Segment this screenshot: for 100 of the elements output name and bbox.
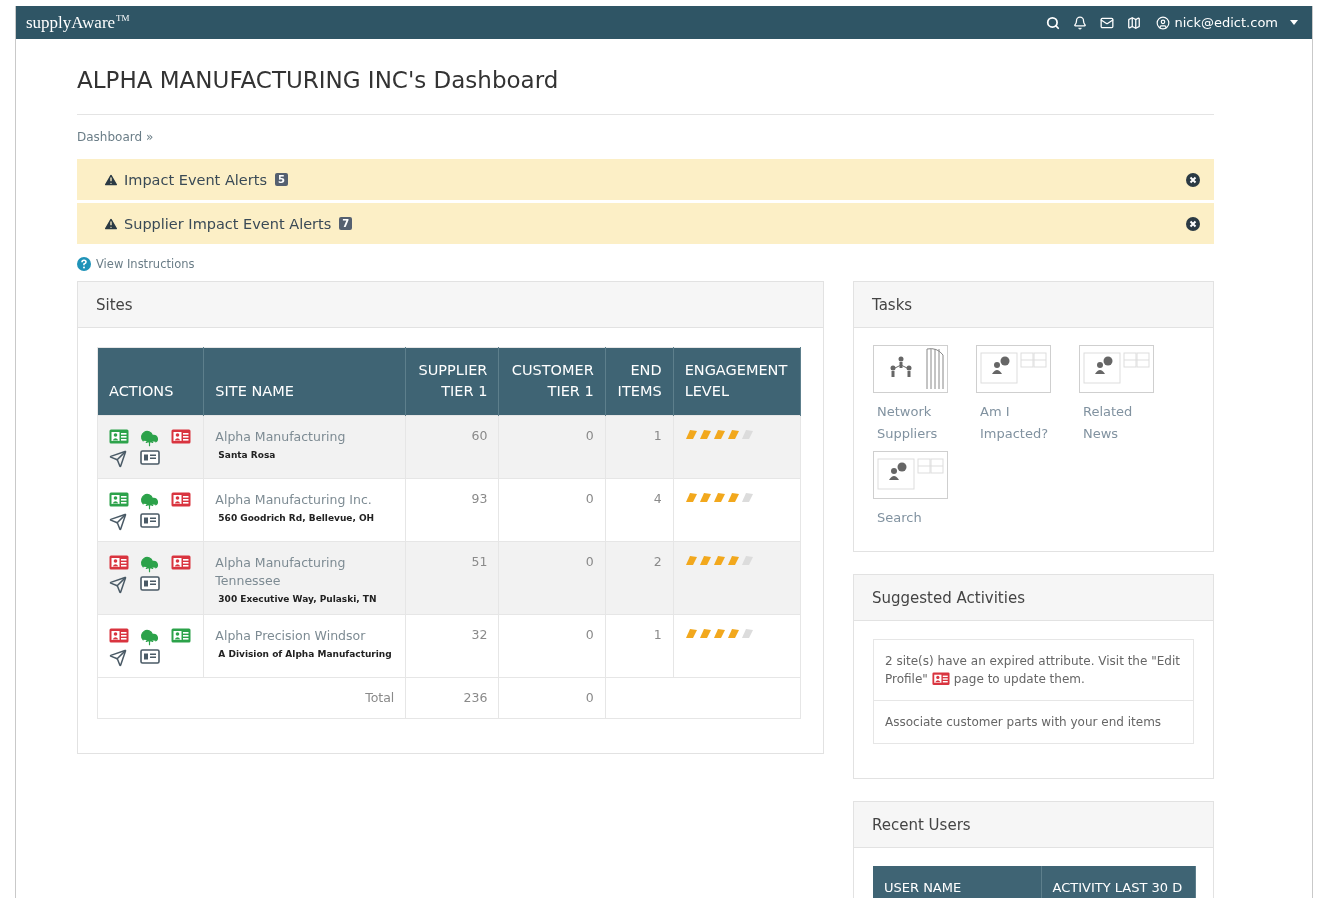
table-cell: 0 xyxy=(585,428,594,443)
bell-icon[interactable] xyxy=(1073,15,1088,30)
profile-card-icon[interactable] xyxy=(109,628,129,643)
rating-icon xyxy=(698,555,712,566)
profile-card-icon[interactable] xyxy=(171,628,191,643)
count-badge: 5 xyxy=(275,173,288,186)
profile-page-drawing[interactable] xyxy=(976,345,1051,393)
activity-text: Profile" xyxy=(885,671,928,688)
site-address: A Division of Alpha Manufacturing xyxy=(218,649,393,659)
panel-title: Sites xyxy=(78,282,823,328)
site-name-link[interactable]: Alpha Manufacturing xyxy=(215,428,395,446)
rating-icon xyxy=(726,429,740,440)
paper-plane-icon[interactable] xyxy=(109,649,127,667)
id-card-icon[interactable] xyxy=(140,450,160,465)
profile-card-icon[interactable] xyxy=(109,429,129,444)
table-cell: 51 xyxy=(471,554,488,569)
rating-icon xyxy=(684,555,698,566)
rating-icon xyxy=(740,492,754,503)
breadcrumb-link[interactable]: Dashboard » xyxy=(77,130,154,144)
warning-icon xyxy=(103,215,119,232)
rating-icon xyxy=(712,429,726,440)
page-title: ALPHA MANUFACTURING INC's Dashboard xyxy=(77,66,560,95)
site-address: Santa Rosa xyxy=(218,450,277,460)
table-cell: 0 xyxy=(585,554,594,569)
profile-card-icon[interactable] xyxy=(171,555,191,570)
task-link[interactable]: Am I Impacted? xyxy=(976,401,1056,445)
user-icon xyxy=(1156,15,1171,30)
alert-bar[interactable]: Supplier Impact Event Alerts 7 xyxy=(77,203,1214,244)
activity-text: page to update them. xyxy=(953,671,1085,688)
table-cell: 236 xyxy=(463,690,488,705)
mail-icon[interactable] xyxy=(1100,15,1115,30)
alert-bar[interactable]: Impact Event Alerts 5 xyxy=(77,159,1214,200)
rating-icon xyxy=(698,429,712,440)
site-name-link[interactable]: Alpha Precision Windsor xyxy=(215,627,395,645)
task-link[interactable]: Search xyxy=(873,507,953,529)
search-icon[interactable] xyxy=(1046,15,1061,30)
task-link[interactable]: Network Suppliers xyxy=(873,401,953,445)
id-card-icon[interactable] xyxy=(140,576,160,591)
rating-icon xyxy=(712,492,726,503)
table-cell: 0 xyxy=(585,491,594,506)
map-icon[interactable] xyxy=(1127,15,1142,30)
profile-page-drawing[interactable] xyxy=(873,451,948,499)
paper-plane-icon[interactable] xyxy=(109,513,127,531)
rating-icon xyxy=(726,555,740,566)
rating-icon xyxy=(684,429,698,440)
table-cell: 93 xyxy=(471,491,488,506)
column-header: SUPPLIER TIER 1 xyxy=(405,347,499,416)
paper-plane-icon[interactable] xyxy=(109,450,127,468)
profile-card-icon[interactable] xyxy=(109,555,129,570)
table-cell: 60 xyxy=(471,428,488,443)
count-badge: 7 xyxy=(339,217,353,230)
table-cell: 4 xyxy=(653,491,662,506)
activity-text: Associate customer parts with your end items xyxy=(885,715,1162,729)
profile-card-icon[interactable] xyxy=(171,429,191,444)
rating-icon xyxy=(712,555,726,566)
warning-icon xyxy=(103,171,119,188)
caret-icon xyxy=(1290,20,1298,25)
column-header: ACTIVITY LAST 30 D xyxy=(1041,866,1195,898)
activity-text: 2 site(s) have an expired attribute. Visit the "Edit xyxy=(885,653,1181,670)
rating-icon xyxy=(684,492,698,503)
close-icon[interactable] xyxy=(1186,216,1200,231)
task-link[interactable]: Related News xyxy=(1079,401,1159,445)
panel-title: Tasks xyxy=(854,282,1213,328)
site-address: 300 Executive Way, Pulaski, TN xyxy=(218,594,378,604)
rating-icon xyxy=(726,628,740,639)
rating-icon xyxy=(740,628,754,639)
id-card-icon[interactable] xyxy=(140,649,160,664)
alert-label: Supplier Impact Event Alerts xyxy=(124,215,332,232)
brand-logo[interactable]: supplyAware$^{TM}$ xyxy=(26,12,130,33)
view-instructions-link[interactable]: View Instructions xyxy=(96,257,195,271)
table-cell: 2 xyxy=(653,554,662,569)
column-header: ACTIONS xyxy=(97,347,204,416)
profile-page-drawing[interactable] xyxy=(1079,345,1154,393)
site-name-link[interactable]: Alpha Manufacturing Tennessee xyxy=(215,554,395,590)
column-header: ENGAGEMENT LEVEL xyxy=(673,347,801,416)
network-diagram-drawing[interactable] xyxy=(873,345,948,393)
column-header: USER NAME xyxy=(873,866,1041,898)
id-card-icon[interactable] xyxy=(140,513,160,528)
column-header: SITE NAME xyxy=(203,347,406,416)
table-cell: 1 xyxy=(653,627,662,642)
close-icon[interactable] xyxy=(1186,172,1200,187)
profile-card-icon[interactable] xyxy=(109,492,129,507)
table-cell: 1 xyxy=(653,428,662,443)
rating-icon xyxy=(740,555,754,566)
profile-card-icon[interactable] xyxy=(171,492,191,507)
column-header: CUSTOMER TIER 1 xyxy=(498,347,606,416)
table-cell: 0 xyxy=(585,690,594,705)
rating-icon xyxy=(740,429,754,440)
alert-label: Impact Event Alerts xyxy=(124,171,267,188)
column-header: END ITEMS xyxy=(605,347,674,416)
help-icon xyxy=(77,257,91,271)
rating-icon xyxy=(684,628,698,639)
site-name-link[interactable]: Alpha Manufacturing Inc. xyxy=(215,491,395,509)
user-menu[interactable]: nick@edict.com xyxy=(1156,15,1298,30)
rating-icon xyxy=(712,628,726,639)
edit-profile-icon[interactable] xyxy=(931,672,950,686)
paper-plane-icon[interactable] xyxy=(109,576,127,594)
rating-icon xyxy=(726,492,740,503)
rating-icon xyxy=(698,628,712,639)
user-email: nick@edict.com xyxy=(1174,15,1278,30)
